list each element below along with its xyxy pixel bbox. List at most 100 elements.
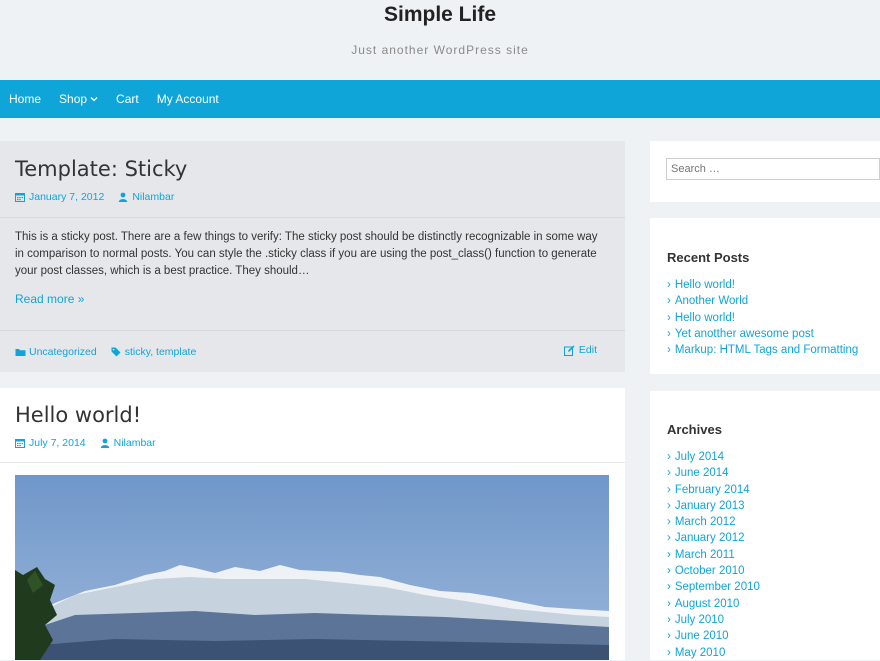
list-item[interactable]: › August 2010 — [667, 596, 760, 612]
main-navigation: Home Shop Cart My Account — [0, 80, 880, 118]
calendar-icon — [15, 439, 25, 448]
list-item[interactable]: › September 2010 — [667, 579, 760, 595]
tags-icon — [111, 347, 121, 357]
post-date-text: January 7, 2012 — [29, 191, 105, 203]
list-item[interactable]: › February 2014 — [667, 482, 760, 498]
list-item-label: Another World — [674, 295, 749, 308]
nav-item-label: Cart — [116, 92, 139, 106]
chevron-right-icon: › — [667, 295, 671, 308]
chevron-right-icon: › — [667, 311, 671, 324]
list-item[interactable]: › January 2013 — [667, 498, 760, 514]
search-widget — [650, 141, 880, 202]
chevron-right-icon: › — [667, 499, 671, 512]
list-item-label: June 2014 — [674, 467, 729, 480]
site-description: Just another WordPress site — [351, 43, 529, 57]
nav-item-home[interactable]: Home — [0, 80, 50, 118]
nav-item-label: Shop — [59, 92, 88, 106]
post-hello-world: Hello world! July 7, 2014 Nilambar — [0, 388, 625, 660]
widget-title: Archives — [667, 422, 722, 437]
list-item-label: Hello world! — [674, 311, 735, 324]
post-footer-meta: Uncategorized sticky, template — [15, 346, 210, 358]
list-item[interactable]: › Yet anotther awesome post — [667, 326, 858, 342]
chevron-down-icon — [90, 97, 98, 102]
post-author-text: Nilambar — [132, 191, 175, 203]
nav-item-cart[interactable]: Cart — [107, 80, 148, 118]
featured-image-mountains[interactable] — [15, 475, 609, 660]
divider — [0, 330, 625, 331]
chevron-right-icon: › — [667, 344, 671, 357]
list-item[interactable]: › June 2014 — [667, 465, 760, 481]
chevron-right-icon: › — [667, 581, 671, 594]
list-item-label: Hello world! — [674, 279, 735, 291]
chevron-right-icon: › — [667, 532, 671, 545]
chevron-right-icon: › — [667, 548, 671, 561]
calendar-icon — [15, 193, 25, 202]
list-item-label: September 2010 — [674, 581, 760, 594]
list-item[interactable]: › Markup: HTML Tags and Formatting — [667, 342, 858, 358]
list-item[interactable]: › Hello world! — [667, 277, 858, 293]
post-category[interactable]: Uncategorized — [15, 346, 97, 358]
list-item[interactable]: › May 2010 — [667, 645, 760, 661]
read-more-link[interactable]: Read more » — [15, 292, 84, 306]
chevron-right-icon: › — [667, 467, 671, 480]
list-item[interactable]: › March 2012 — [667, 514, 760, 530]
chevron-right-icon: › — [667, 451, 671, 463]
recent-posts-list: › Hello world! › Another World › Hello worl… — [667, 277, 858, 358]
list-item[interactable]: › March 2011 — [667, 547, 760, 563]
user-icon — [100, 438, 109, 448]
post-sticky: Template: Sticky January 7, 2012 Nilamba… — [0, 141, 625, 372]
post-date[interactable]: January 7, 2012 — [15, 191, 104, 203]
post-date[interactable]: July 7, 2014 — [15, 437, 86, 449]
list-item[interactable]: › July 2010 — [667, 612, 760, 628]
list-item[interactable]: › October 2010 — [667, 563, 760, 579]
nav-item-my-account[interactable]: My Account — [148, 80, 228, 118]
search-input[interactable] — [666, 158, 880, 180]
edit-link[interactable]: Edit — [563, 344, 597, 356]
chevron-right-icon: › — [667, 630, 671, 643]
post-author-text: Nilambar — [113, 437, 156, 449]
site-header: Simple Life Just another WordPress site — [0, 0, 880, 80]
list-item[interactable]: › Hello world! — [667, 310, 858, 326]
list-item[interactable]: › July 2014 — [667, 449, 760, 465]
list-item[interactable]: › Another World — [667, 293, 858, 309]
chevron-right-icon: › — [667, 516, 671, 529]
chevron-right-icon: › — [667, 483, 671, 496]
post-author[interactable]: Nilambar — [100, 437, 156, 449]
list-item-label: August 2010 — [674, 597, 740, 610]
user-icon — [119, 192, 128, 202]
post-author[interactable]: Nilambar — [118, 191, 174, 203]
list-item-label: October 2010 — [674, 565, 745, 578]
list-item-label: January 2013 — [674, 499, 745, 512]
list-item-label: March 2011 — [674, 548, 735, 561]
edit-icon — [563, 345, 575, 356]
post-date-text: July 7, 2014 — [29, 437, 86, 449]
chevron-right-icon: › — [667, 597, 671, 610]
post-meta: January 7, 2012 Nilambar — [15, 191, 188, 203]
list-item[interactable]: › January 2012 — [667, 530, 760, 546]
list-item-label: June 2010 — [674, 630, 729, 643]
archives-widget: Archives › July 2014 › June 2014 › February… — [650, 391, 880, 660]
post-title[interactable]: Template: Sticky — [15, 157, 187, 181]
chevron-right-icon: › — [667, 327, 671, 340]
chevron-right-icon: › — [667, 646, 671, 659]
widget-title: Recent Posts — [667, 250, 750, 265]
folder-icon — [15, 349, 26, 356]
archives-list: › July 2014 › June 2014 › February 2014 › Ja… — [667, 449, 760, 661]
list-item-label: July 2010 — [674, 613, 725, 626]
post-title[interactable]: Hello world! — [15, 403, 141, 427]
chevron-right-icon: › — [667, 613, 671, 626]
chevron-right-icon: › — [667, 565, 671, 578]
list-item[interactable]: › June 2010 — [667, 628, 760, 644]
post-excerpt: This is a sticky post. There are a few t… — [15, 231, 598, 277]
site-title[interactable]: Simple Life — [0, 3, 880, 27]
list-item-label: March 2012 — [674, 516, 736, 529]
list-item-label: July 2014 — [674, 451, 725, 463]
list-item-label: Markup: HTML Tags and Formatting — [674, 344, 859, 357]
recent-posts-widget: Recent Posts › Hello world! › Another Worl… — [650, 218, 880, 374]
list-item-label: February 2014 — [674, 483, 750, 496]
list-item-label: Yet anotther awesome post — [674, 327, 814, 340]
divider — [0, 462, 625, 463]
list-item-label: January 2012 — [674, 532, 745, 545]
nav-item-shop[interactable]: Shop — [50, 80, 107, 118]
post-tags[interactable]: sticky, template — [111, 346, 196, 358]
